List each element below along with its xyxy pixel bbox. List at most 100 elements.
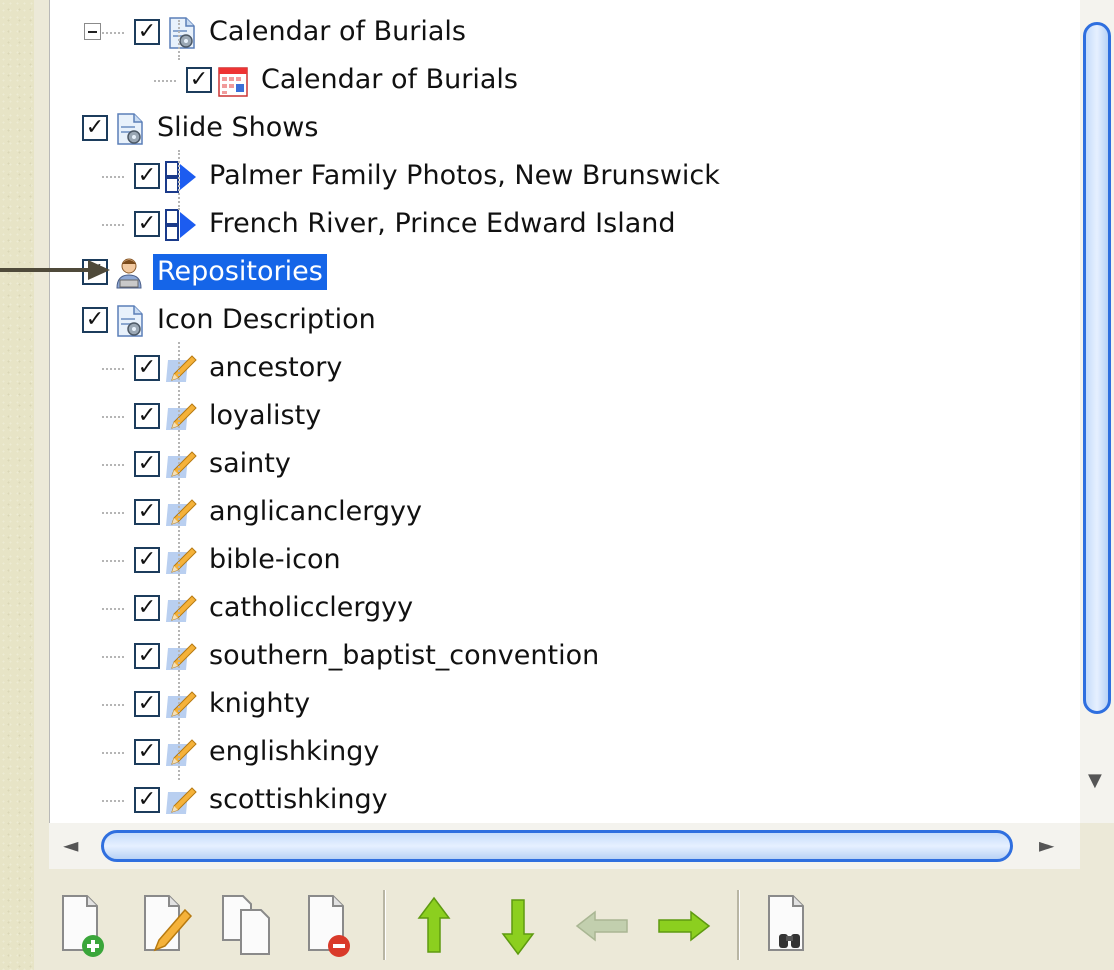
tree-connector xyxy=(102,800,124,802)
add-item-button[interactable] xyxy=(55,892,113,960)
tree-row[interactable]: ✓ Slide Shows xyxy=(50,104,1080,152)
collapse-toggle-icon[interactable] xyxy=(84,23,101,40)
edit-item-button[interactable] xyxy=(137,892,195,960)
toolbar-separator xyxy=(737,890,740,960)
tree-connector xyxy=(178,150,180,210)
item-checkbox[interactable]: ✓ xyxy=(134,787,160,813)
tree-connector xyxy=(154,80,176,82)
scroll-right-arrow-icon[interactable]: ► xyxy=(1039,833,1054,857)
vertical-scrollbar[interactable]: ▼ xyxy=(1080,0,1114,823)
pencil-note-icon xyxy=(164,496,198,530)
scroll-down-arrow-icon[interactable]: ▼ xyxy=(1088,770,1102,791)
pencil-note-icon xyxy=(164,400,198,434)
horizontal-scrollbar[interactable]: ◄ ► xyxy=(49,823,1080,869)
tree-item-label[interactable]: Calendar of Burials xyxy=(205,14,470,50)
tree-connector xyxy=(102,608,124,610)
tree-row[interactable]: ✓ Calendar of Burials xyxy=(50,56,1080,104)
item-checkbox[interactable]: ✓ xyxy=(134,499,160,525)
tree-item-label[interactable]: ancestory xyxy=(205,350,346,386)
tree-row[interactable]: ✓ catholicclergyy xyxy=(50,584,1080,632)
move-left-button[interactable] xyxy=(573,892,631,960)
tree-item-label[interactable]: Repositories xyxy=(153,254,327,290)
vertical-scroll-thumb[interactable] xyxy=(1083,22,1111,714)
tree-item-label[interactable]: englishkingy xyxy=(205,734,383,770)
pencil-note-icon xyxy=(164,592,198,626)
item-checkbox[interactable]: ✓ xyxy=(134,547,160,573)
tree-row[interactable]: ✓ Icon Description xyxy=(50,296,1080,344)
tree-row[interactable]: ✓ englishkingy xyxy=(50,728,1080,776)
tree-connector xyxy=(102,704,124,706)
tree-row[interactable]: ✓ scottishkingy xyxy=(50,776,1080,823)
tree-item-label[interactable]: southern_baptist_convention xyxy=(205,638,603,674)
tree-row[interactable]: ✓ sainty xyxy=(50,440,1080,488)
tree-item-label[interactable]: knighty xyxy=(205,686,314,722)
pencil-note-icon xyxy=(164,544,198,578)
tree-connector xyxy=(102,464,124,466)
report-gear-icon xyxy=(112,112,146,146)
tree-connector xyxy=(102,512,124,514)
item-checkbox[interactable]: ✓ xyxy=(82,307,108,333)
item-checkbox[interactable]: ✓ xyxy=(134,355,160,381)
item-checkbox[interactable]: ✓ xyxy=(134,643,160,669)
tree-item-label[interactable]: loyalisty xyxy=(205,398,325,434)
tree-row[interactable]: ✓ knighty xyxy=(50,680,1080,728)
item-checkbox[interactable]: ✓ xyxy=(134,163,160,189)
tree-item-label[interactable]: catholicclergyy xyxy=(205,590,417,626)
tree-item-label[interactable]: Icon Description xyxy=(153,302,380,338)
tree-item-label[interactable]: Slide Shows xyxy=(153,110,322,146)
move-down-button[interactable] xyxy=(489,892,547,960)
annotation-arrow-head xyxy=(88,260,110,280)
item-checkbox[interactable]: ✓ xyxy=(134,451,160,477)
pencil-note-icon xyxy=(164,352,198,386)
tree-row[interactable]: ✓ Calendar of Burials xyxy=(50,8,1080,56)
tree-view[interactable]: ✓ Calendar of Burials ✓ Calendar of Burials… xyxy=(49,0,1080,823)
item-checkbox[interactable]: ✓ xyxy=(134,691,160,717)
tree-row[interactable]: ✓ French River, Prince Edward Island xyxy=(50,200,1080,248)
item-checkbox[interactable]: ✓ xyxy=(134,403,160,429)
pencil-note-icon xyxy=(164,784,198,818)
tree-row[interactable]: ✓ southern_baptist_convention xyxy=(50,632,1080,680)
item-checkbox[interactable]: ✓ xyxy=(134,211,160,237)
tree-connector xyxy=(102,752,124,754)
report-gear-icon xyxy=(164,16,198,50)
tree-row[interactable]: ✓ Palmer Family Photos, New Brunswick xyxy=(50,152,1080,200)
move-up-button[interactable] xyxy=(405,892,463,960)
tree-item-label[interactable]: sainty xyxy=(205,446,295,482)
tree-item-label[interactable]: bible-icon xyxy=(205,542,345,578)
pencil-note-icon xyxy=(164,640,198,674)
tree-row[interactable]: ✓ ancestory xyxy=(50,344,1080,392)
item-checkbox[interactable]: ✓ xyxy=(134,19,160,45)
tree-item-label[interactable]: Calendar of Burials xyxy=(257,62,522,98)
item-checkbox[interactable]: ✓ xyxy=(134,739,160,765)
find-button[interactable] xyxy=(761,892,819,960)
pencil-note-icon xyxy=(164,448,198,482)
tree-connector xyxy=(178,20,180,60)
tree-connector xyxy=(102,176,124,178)
tree-connector xyxy=(178,342,180,780)
tree-connector xyxy=(102,32,124,34)
tree-connector xyxy=(102,368,124,370)
tree-item-label[interactable]: French River, Prince Edward Island xyxy=(205,206,680,242)
move-right-button[interactable] xyxy=(655,892,713,960)
tree-row[interactable]: ✓ anglicanclergyy xyxy=(50,488,1080,536)
delete-item-button[interactable] xyxy=(301,892,359,960)
toolbar xyxy=(49,870,1114,970)
tree-connector xyxy=(102,416,124,418)
person-icon xyxy=(112,256,146,290)
item-checkbox[interactable]: ✓ xyxy=(134,595,160,621)
copy-item-button[interactable] xyxy=(219,892,277,960)
item-checkbox[interactable]: ✓ xyxy=(186,67,212,93)
tree-row[interactable]: ✓ loyalisty xyxy=(50,392,1080,440)
calendar-icon xyxy=(216,64,250,98)
horizontal-scroll-thumb[interactable] xyxy=(101,830,1013,862)
tree-row[interactable]: ✓ bible-icon xyxy=(50,536,1080,584)
tree-item-label[interactable]: Palmer Family Photos, New Brunswick xyxy=(205,158,724,194)
scroll-left-arrow-icon[interactable]: ◄ xyxy=(63,833,78,857)
tree-item-label[interactable]: scottishkingy xyxy=(205,782,392,818)
tree-row[interactable]: ✓ Repositories xyxy=(50,248,1080,296)
slideshow-icon xyxy=(164,160,198,194)
pencil-note-icon xyxy=(164,688,198,722)
tree-item-label[interactable]: anglicanclergyy xyxy=(205,494,426,530)
tree-connector xyxy=(102,224,124,226)
item-checkbox[interactable]: ✓ xyxy=(82,115,108,141)
